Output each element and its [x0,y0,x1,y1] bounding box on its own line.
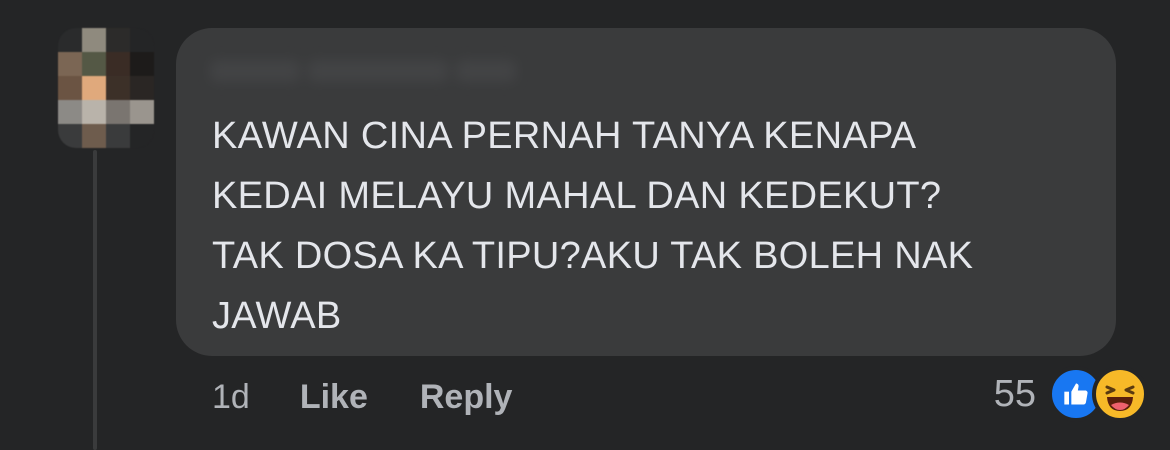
haha-reaction-icon [1092,366,1148,422]
like-button[interactable]: Like [300,378,368,417]
author-name-blurred[interactable] [210,56,516,86]
reply-button[interactable]: Reply [420,378,513,417]
reaction-count: 55 [993,372,1036,415]
comment-actions: 1d Like Reply [212,372,512,422]
comment-timestamp[interactable]: 1d [212,378,250,417]
reaction-summary[interactable]: 55 [994,364,1148,424]
reaction-icons [1048,366,1148,422]
avatar[interactable] [58,28,154,148]
thread-line [93,150,97,450]
comment-text: KAWAN CINA PERNAH TANYA KENAPA KEDAI MEL… [212,115,974,337]
comment-bubble: KAWAN CINA PERNAH TANYA KENAPA KEDAI MEL… [176,28,1116,356]
